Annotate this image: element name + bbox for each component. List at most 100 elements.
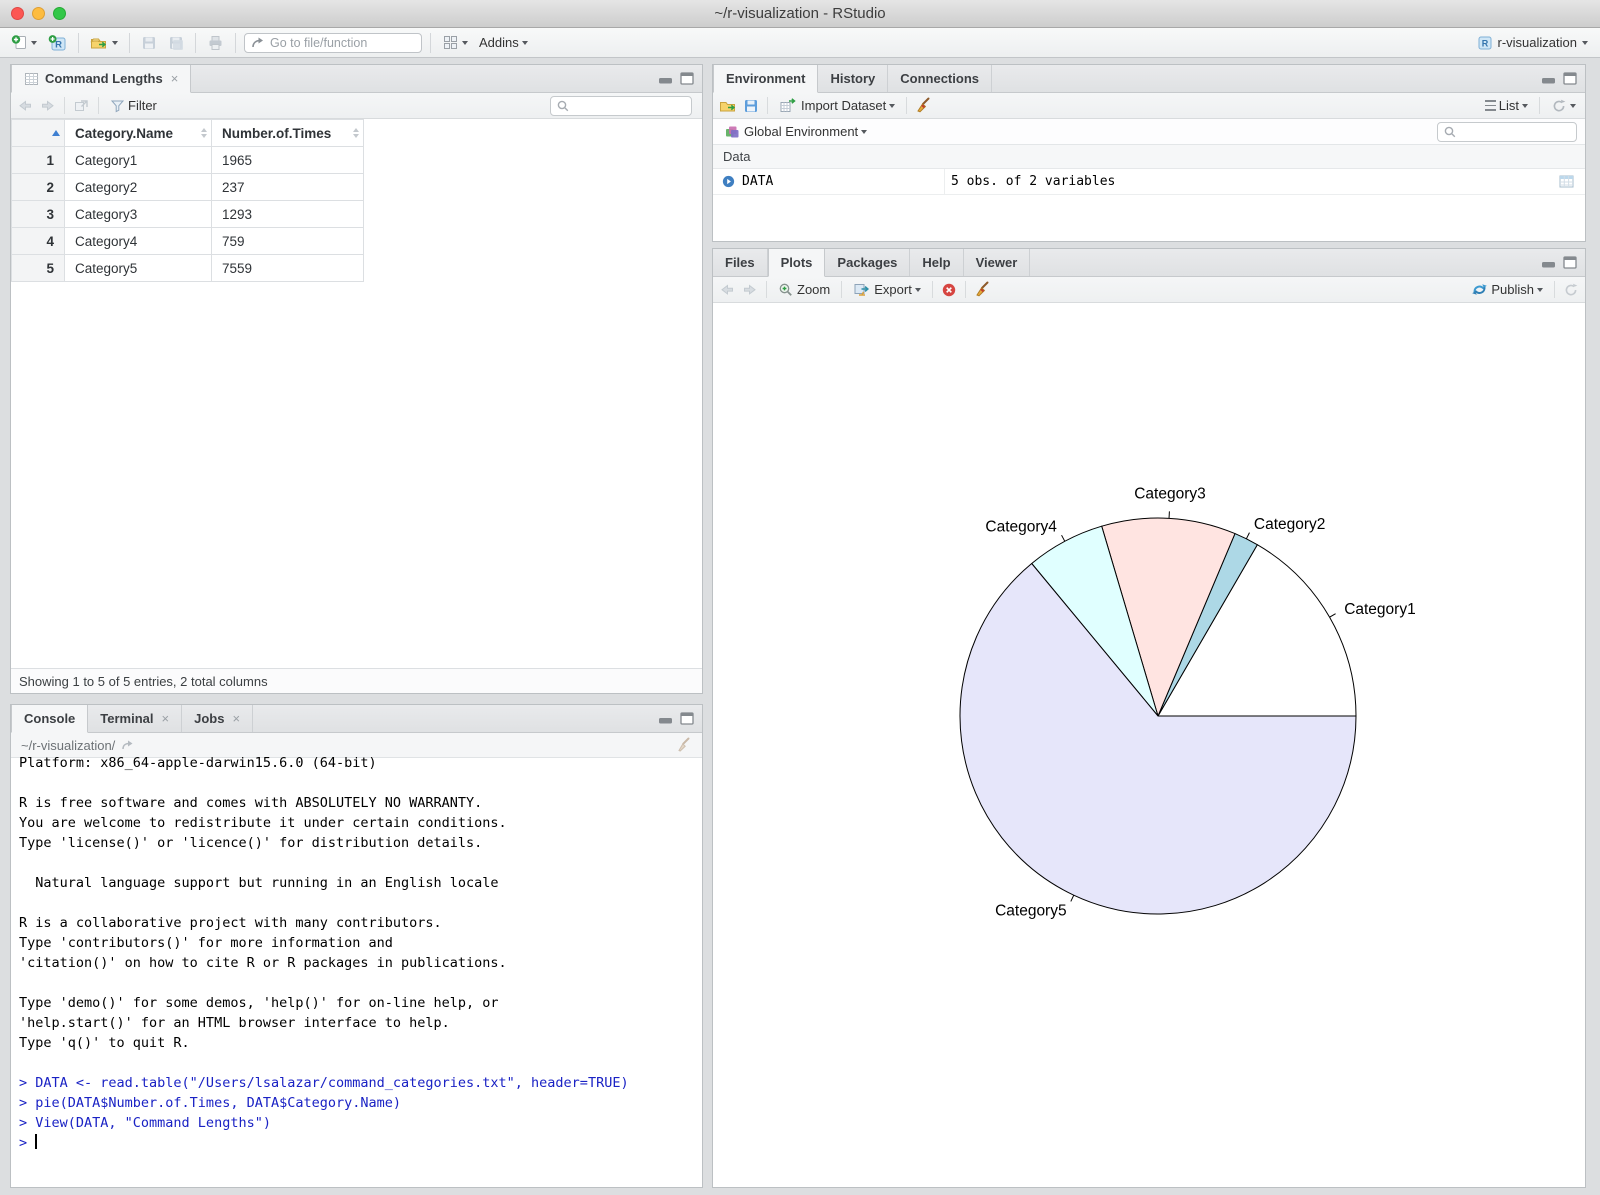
- print-button[interactable]: [204, 33, 227, 53]
- minimize-pane-icon[interactable]: [1541, 72, 1556, 85]
- environment-scope-selector[interactable]: Global Environment: [721, 122, 870, 142]
- publish-button[interactable]: Publish: [1468, 280, 1546, 299]
- save-icon: [143, 36, 155, 49]
- tab-connections[interactable]: Connections: [888, 65, 992, 92]
- tab-packages[interactable]: Packages: [825, 249, 911, 276]
- maximize-pane-icon[interactable]: [1563, 256, 1577, 269]
- console-output-line: R is a collaborative project with many c…: [19, 915, 442, 931]
- global-environment-icon: [726, 126, 739, 137]
- next-plot-icon[interactable]: [741, 282, 758, 297]
- table-row[interactable]: 1 Category1 1965: [11, 146, 364, 174]
- viewer-tab-close-icon[interactable]: ×: [171, 71, 179, 86]
- nav-forward-icon[interactable]: [39, 98, 56, 113]
- viewer-tabstrip: Command Lengths ×: [11, 65, 702, 93]
- column-header-category-name[interactable]: Category.Name: [64, 119, 212, 147]
- project-selector[interactable]: R r-visualization: [1477, 35, 1592, 51]
- tab-help[interactable]: Help: [910, 249, 964, 276]
- number-of-times-cell: 1293: [211, 200, 364, 228]
- tab-console[interactable]: Console: [11, 705, 89, 733]
- clear-all-plots-broom-icon[interactable]: [974, 281, 991, 298]
- refresh-environment-button[interactable]: [1548, 96, 1579, 116]
- new-project-button[interactable]: R: [45, 32, 70, 54]
- row-number-cell: 4: [11, 227, 65, 255]
- table-row[interactable]: 3 Category3 1293: [11, 200, 364, 228]
- table-row[interactable]: 2 Category2 237: [11, 173, 364, 201]
- tab-close-icon[interactable]: ×: [162, 711, 170, 726]
- environment-view-mode-button[interactable]: List: [1482, 96, 1531, 115]
- tab-label: Jobs: [194, 711, 225, 726]
- nav-back-icon[interactable]: [17, 98, 34, 113]
- tab-history[interactable]: History: [818, 65, 889, 92]
- console-output[interactable]: Platform: x86_64-apple-darwin15.6.0 (64-…: [11, 751, 702, 1187]
- pane-layout-button[interactable]: [439, 32, 471, 53]
- goto-arrow-icon: [252, 37, 263, 48]
- list-label: List: [1498, 98, 1519, 113]
- tab-label: Environment: [726, 71, 806, 86]
- expand-object-icon[interactable]: [721, 174, 736, 189]
- tab-files[interactable]: Files: [713, 249, 768, 276]
- zoom-plot-button[interactable]: Zoom: [775, 280, 833, 300]
- console-output-line: Platform: x86_64-apple-darwin15.6.0 (64-…: [19, 755, 377, 771]
- minimize-pane-icon[interactable]: [658, 72, 673, 85]
- open-in-window-icon[interactable]: [73, 98, 90, 113]
- import-dataset-button[interactable]: Import Dataset: [776, 96, 898, 116]
- number-of-times-cell: 7559: [211, 254, 364, 282]
- viewer-status-bar: Showing 1 to 5 of 5 entries, 2 total col…: [11, 668, 702, 693]
- viewer-search-input[interactable]: [574, 98, 686, 113]
- import-dataset-label: Import Dataset: [801, 98, 887, 113]
- tab-close-icon[interactable]: ×: [232, 711, 240, 726]
- table-row[interactable]: 5 Category5 7559: [11, 254, 364, 282]
- minimize-pane-icon[interactable]: [1541, 256, 1556, 269]
- remove-plot-icon[interactable]: [941, 282, 957, 298]
- new-file-icon: [11, 35, 26, 49]
- rownum-column-header[interactable]: [11, 119, 65, 147]
- pie-label-category1: Category1: [1344, 601, 1416, 618]
- tab-terminal[interactable]: Terminal ×: [88, 705, 183, 732]
- environment-search-input[interactable]: [1461, 124, 1571, 139]
- open-file-button[interactable]: [87, 33, 121, 53]
- goto-file-input[interactable]: [270, 35, 415, 50]
- console-prompt-line[interactable]: >: [19, 1133, 702, 1153]
- export-icon: [854, 284, 870, 296]
- export-plot-button[interactable]: Export: [850, 280, 924, 299]
- column-header-number-of-times[interactable]: Number.of.Times: [211, 119, 364, 147]
- new-project-icon: R: [48, 34, 66, 50]
- tab-command-lengths[interactable]: Command Lengths ×: [11, 65, 192, 93]
- console-output-line: Type 'demo()' for some demos, 'help()' f…: [19, 995, 499, 1011]
- new-file-button[interactable]: [8, 32, 40, 53]
- maximize-pane-icon[interactable]: [680, 712, 694, 725]
- tab-environment[interactable]: Environment: [713, 65, 819, 93]
- tab-jobs[interactable]: Jobs ×: [182, 705, 254, 732]
- save-all-button[interactable]: [165, 33, 187, 53]
- maximize-pane-icon[interactable]: [1563, 72, 1577, 85]
- console-tabstrip: Console Terminal × Jobs ×: [11, 705, 702, 733]
- maximize-pane-icon[interactable]: [680, 72, 694, 85]
- view-data-grid-icon[interactable]: [1558, 174, 1575, 189]
- refresh-plot-icon[interactable]: [1563, 282, 1579, 298]
- minimize-pane-icon[interactable]: [658, 712, 673, 725]
- console-output-line: Type 'license()' or 'licence()' for dist…: [19, 835, 483, 851]
- save-button[interactable]: [138, 33, 160, 53]
- environment-search-box: [1437, 121, 1577, 142]
- previous-plot-icon[interactable]: [719, 282, 736, 297]
- table-row[interactable]: 4 Category4 759: [11, 227, 364, 255]
- save-workspace-icon[interactable]: [743, 98, 759, 114]
- publish-caret-icon: [1537, 287, 1543, 292]
- clear-environment-broom-icon[interactable]: [915, 97, 932, 114]
- category-name-cell: Category1: [64, 146, 212, 174]
- load-workspace-folder-icon[interactable]: [719, 98, 738, 114]
- tab-plots[interactable]: Plots: [767, 249, 826, 277]
- category-name-cell: Category5: [64, 254, 212, 282]
- filter-button[interactable]: Filter: [107, 96, 160, 115]
- category-name-cell: Category3: [64, 200, 212, 228]
- project-r-icon: R: [1478, 36, 1492, 49]
- environment-object-row[interactable]: DATA 5 obs. of 2 variables: [713, 169, 1585, 195]
- console-output-line: 'help.start()' for an HTML browser inter…: [19, 1015, 450, 1031]
- tab-viewer[interactable]: Viewer: [964, 249, 1031, 276]
- open-directory-arrow-icon[interactable]: [121, 739, 135, 751]
- row-number-cell: 1: [11, 146, 65, 174]
- addins-button[interactable]: Addins: [476, 33, 531, 52]
